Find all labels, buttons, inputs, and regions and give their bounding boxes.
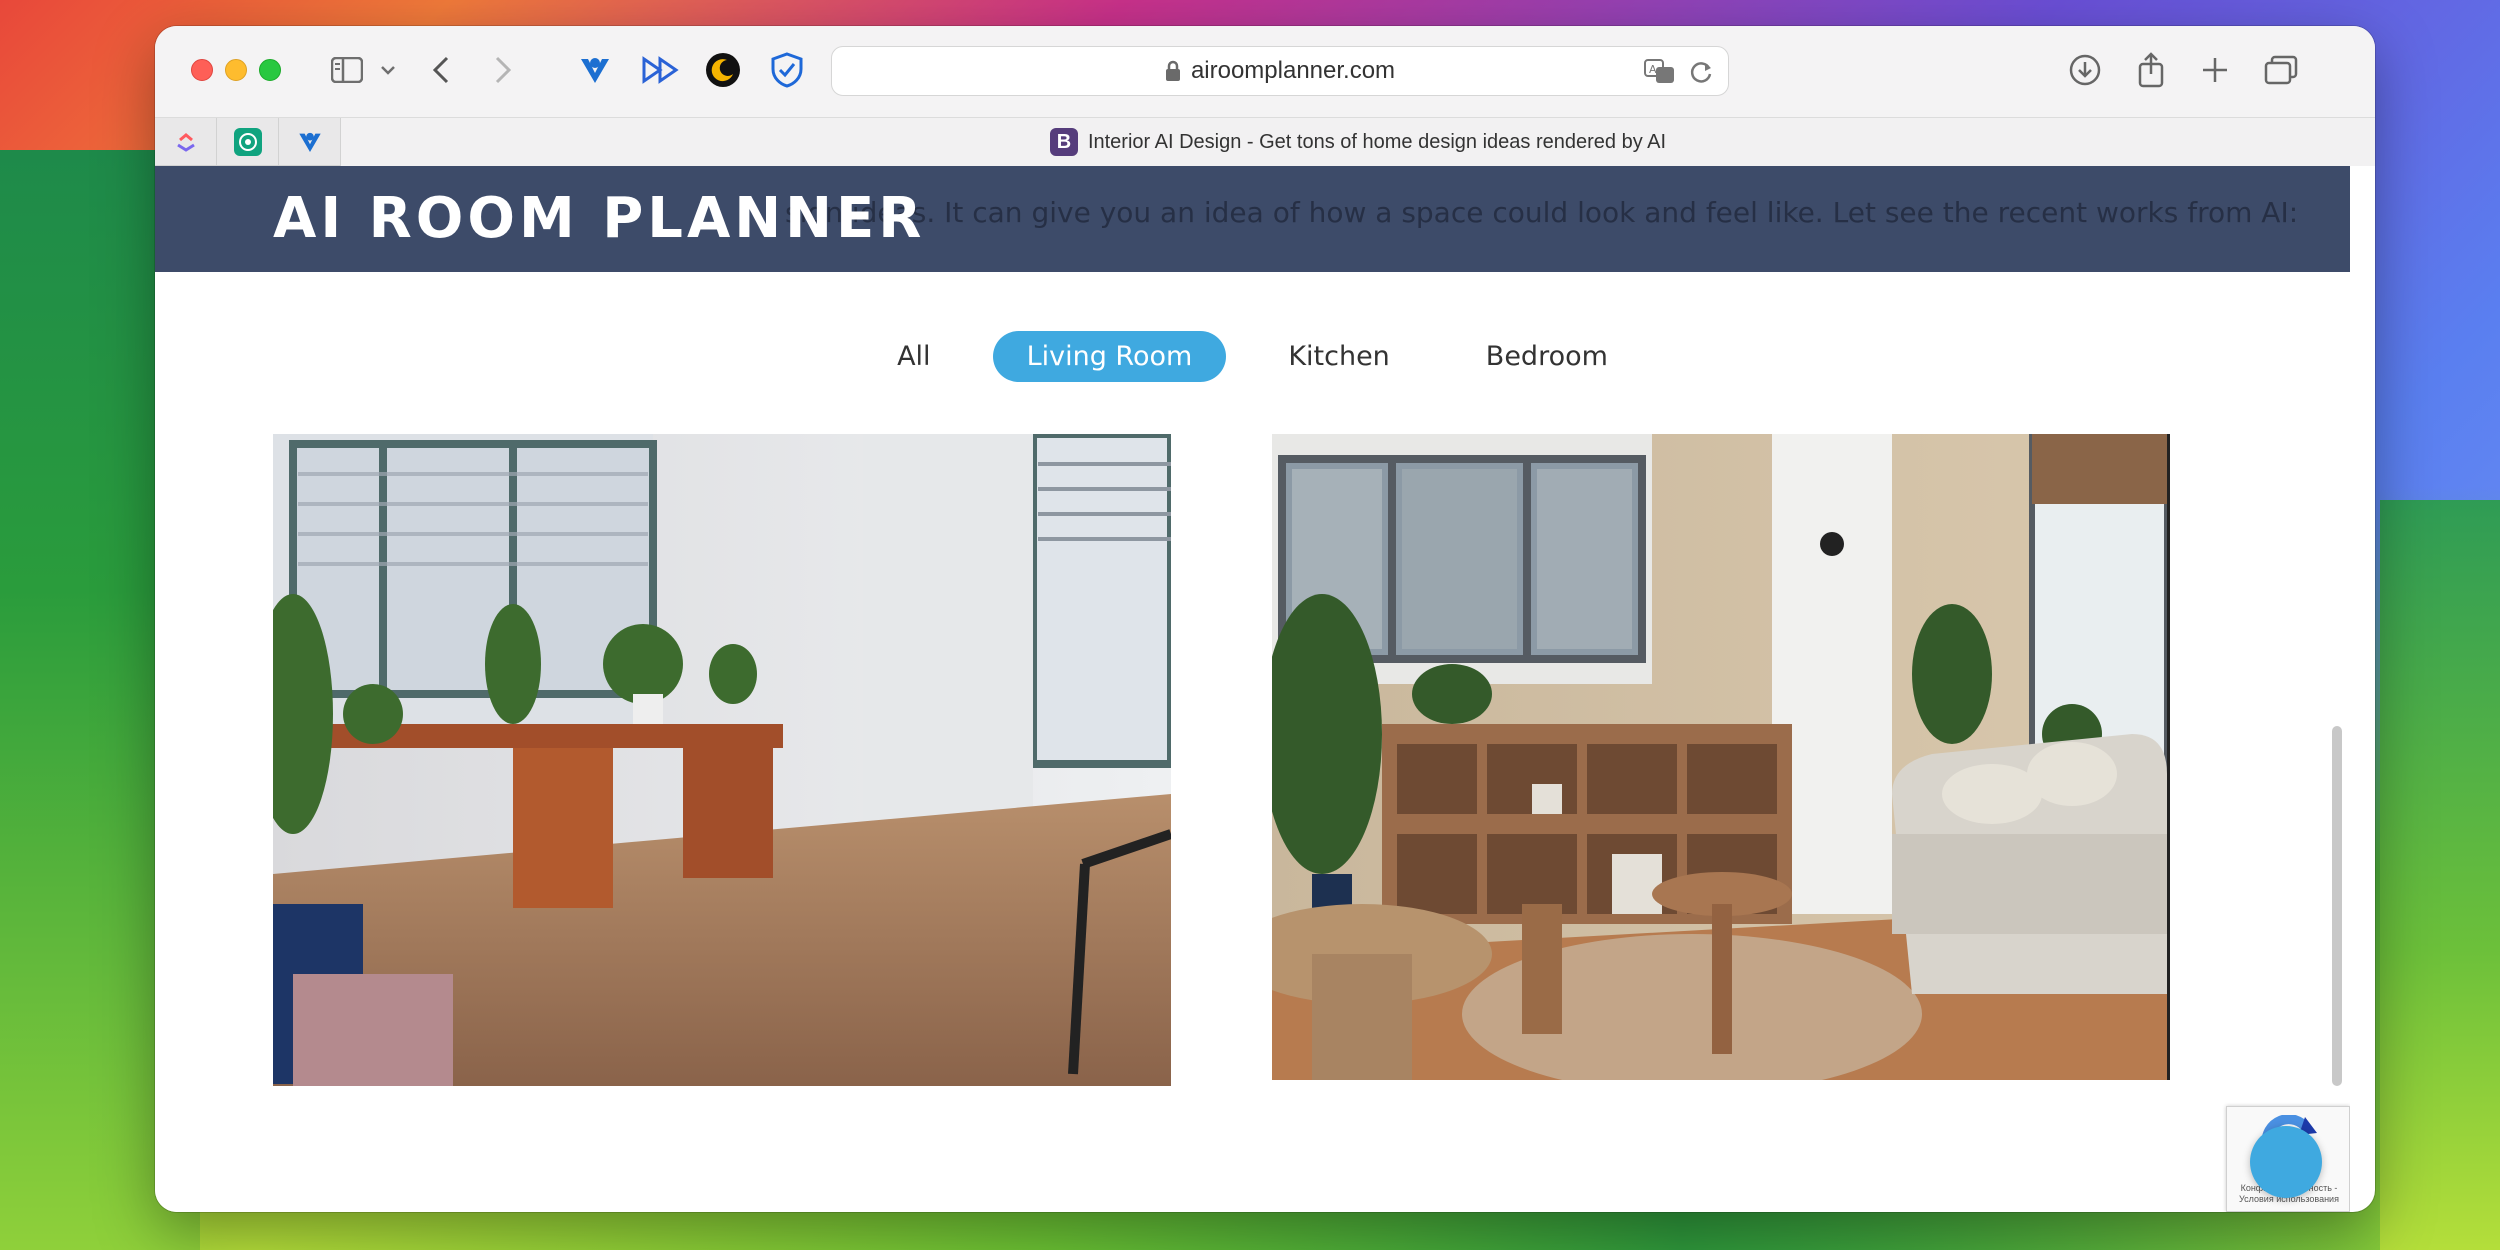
share-icon[interactable]	[2131, 50, 2171, 90]
back-icon[interactable]	[423, 50, 459, 90]
chat-widget-button[interactable]	[2250, 1126, 2322, 1198]
intro-text-behind-header: sign ideas. It can give you an idea of h…	[785, 196, 2299, 229]
filter-all[interactable]: All	[863, 331, 964, 382]
browser-window: airoomplanner.com A B Interior AI Design…	[155, 26, 2375, 1212]
room-filter-tabs: All Living Room Kitchen Bedroom	[155, 328, 2350, 384]
chatgpt-icon	[233, 128, 262, 156]
page-scrollbar[interactable]	[2332, 726, 2342, 1086]
lock-icon	[1165, 60, 1180, 81]
fast-forward-extension-icon[interactable]	[639, 50, 683, 90]
site-logo[interactable]: AI ROOM PLANNER	[273, 186, 925, 251]
dark-mode-extension-icon[interactable]	[703, 50, 743, 90]
close-window-button[interactable]	[191, 59, 213, 81]
active-tab-title: Interior AI Design - Get tons of home de…	[1087, 130, 1667, 153]
minimize-window-button[interactable]	[225, 59, 247, 81]
extension-v-icon	[298, 132, 321, 152]
translate-icon[interactable]: A	[1644, 59, 1676, 90]
filter-bedroom[interactable]: Bedroom	[1452, 331, 1642, 382]
sidebar-icon[interactable]	[325, 50, 369, 90]
site-header: sign ideas. It can give you an idea of h…	[155, 166, 2350, 272]
shield-check-icon[interactable]	[767, 50, 807, 90]
desktop-wallpaper-right	[2380, 500, 2500, 1250]
zoom-window-button[interactable]	[259, 59, 281, 81]
address-bar[interactable]: airoomplanner.com A	[831, 46, 1729, 96]
new-tab-icon[interactable]	[2195, 50, 2235, 90]
url-text: airoomplanner.com	[1190, 57, 1396, 84]
gallery-image-ai-living-room[interactable]	[1272, 434, 2170, 1080]
svg-text:A: A	[1649, 63, 1657, 76]
forward-icon[interactable]	[485, 50, 521, 90]
clickup-icon	[176, 133, 195, 152]
pinned-tab-clickup[interactable]	[155, 118, 217, 166]
chevron-down-icon[interactable]	[375, 50, 401, 90]
active-tab[interactable]: B Interior AI Design - Get tons of home …	[341, 118, 2375, 166]
pinned-tab-chatgpt[interactable]	[217, 118, 279, 166]
filter-kitchen[interactable]: Kitchen	[1254, 331, 1423, 382]
extension-v-icon[interactable]	[575, 50, 615, 90]
downloads-icon[interactable]	[2065, 50, 2105, 90]
reload-icon[interactable]	[1688, 59, 1714, 90]
web-page: sign ideas. It can give you an idea of h…	[155, 166, 2350, 1212]
gallery-image-original-room[interactable]	[273, 434, 1171, 1086]
tab-bar: B Interior AI Design - Get tons of home …	[155, 118, 2375, 166]
tab-overview-icon[interactable]	[2259, 50, 2303, 90]
filter-living-room[interactable]: Living Room	[992, 330, 1227, 382]
browser-toolbar: airoomplanner.com A	[155, 26, 2375, 118]
bootstrap-favicon: B	[1049, 128, 1078, 156]
pinned-tab-vextension[interactable]	[279, 118, 341, 166]
